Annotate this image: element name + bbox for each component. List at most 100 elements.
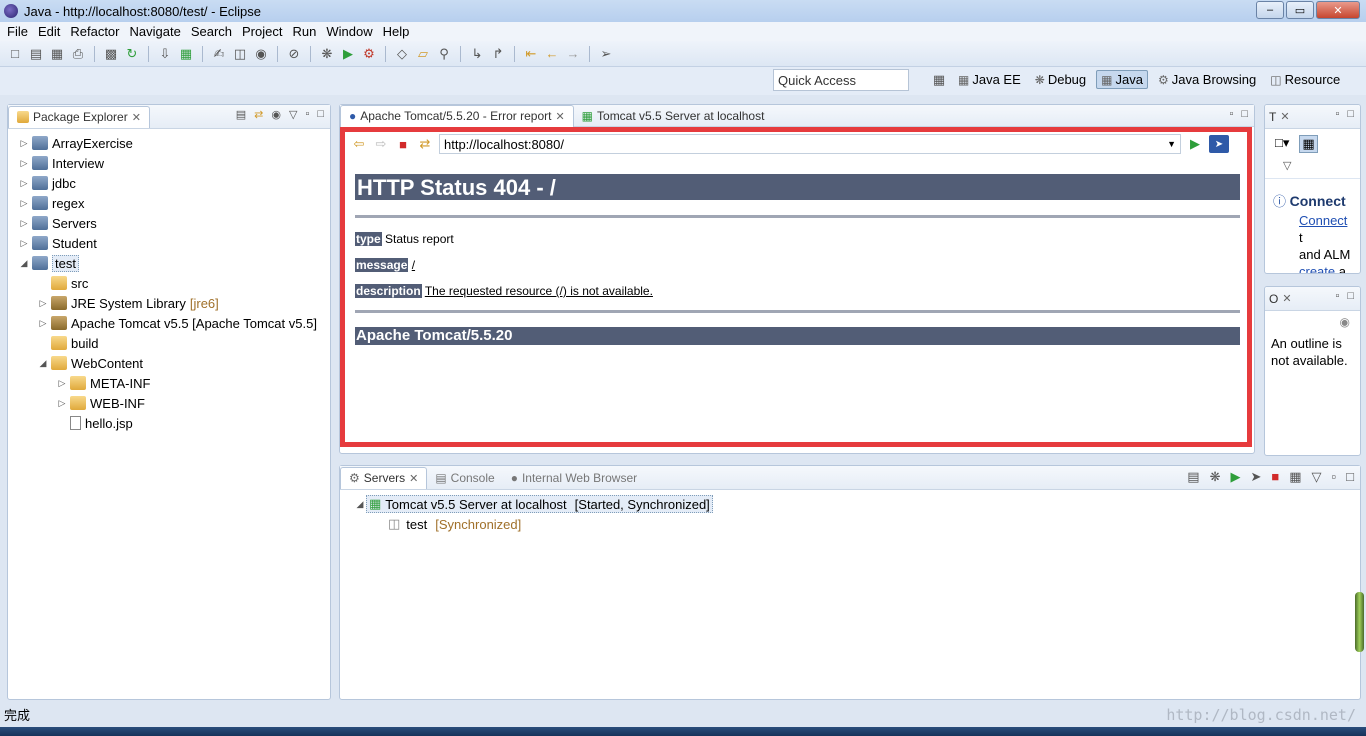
start-server-icon[interactable]: ▶: [1230, 469, 1240, 485]
collapse-all-icon[interactable]: ▤: [236, 108, 246, 121]
close-tab-icon[interactable]: ✕: [555, 110, 564, 123]
collapsed-arrow-icon[interactable]: ▷: [18, 158, 30, 169]
collapsed-arrow-icon[interactable]: ▷: [56, 378, 68, 389]
maximize-editor-icon[interactable]: □: [1241, 108, 1248, 120]
deploy-icon[interactable]: ⇩: [156, 45, 174, 63]
stop-server-icon[interactable]: ■: [1271, 469, 1279, 485]
new-class-icon[interactable]: ◉: [252, 45, 270, 63]
tab-tomcat-server[interactable]: ▦ Tomcat v5.5 Server at localhost: [574, 105, 773, 127]
debug-server-icon[interactable]: ❋: [1210, 469, 1221, 485]
collapsed-arrow-icon[interactable]: ▷: [18, 238, 30, 249]
open-perspective-icon[interactable]: ▦: [930, 71, 948, 89]
run-icon[interactable]: ▶: [339, 45, 357, 63]
tree-item[interactable]: ▷ Student: [8, 233, 330, 253]
tab-console[interactable]: ▤ Console: [427, 467, 502, 489]
minimize-view-icon[interactable]: ▫: [305, 108, 309, 121]
minimize-view-icon[interactable]: ▫: [1335, 290, 1339, 302]
module-row[interactable]: ◫ test [Synchronized]: [354, 514, 1360, 534]
annotation-next-icon[interactable]: ↳: [468, 45, 486, 63]
search-tool-icon[interactable]: ⚲: [435, 45, 453, 63]
menu-help[interactable]: Help: [378, 24, 415, 39]
link-with-editor-icon[interactable]: ⇄: [254, 108, 263, 121]
quick-access-input[interactable]: Quick Access: [773, 69, 909, 91]
perspective-resource[interactable]: ◫ Resource: [1266, 71, 1344, 88]
menu-search[interactable]: Search: [186, 24, 237, 39]
forward-icon[interactable]: →: [564, 45, 582, 63]
menu-refactor[interactable]: Refactor: [65, 24, 124, 39]
tab-outline[interactable]: O ✕: [1265, 288, 1296, 310]
maximize-view-icon[interactable]: □: [1347, 108, 1354, 120]
refresh-icon[interactable]: ↻: [123, 45, 141, 63]
tree-item[interactable]: src: [8, 273, 330, 293]
tree-item[interactable]: build: [8, 333, 330, 353]
open-folder-icon[interactable]: ▱: [414, 45, 432, 63]
close-button[interactable]: ✕: [1316, 1, 1360, 19]
focus-icon[interactable]: ◉: [1265, 311, 1360, 333]
collapsed-arrow-icon[interactable]: ▷: [56, 398, 68, 409]
minimize-editor-icon[interactable]: ▫: [1229, 108, 1233, 120]
server-icon[interactable]: ▦: [177, 45, 195, 63]
server-item[interactable]: ▦ Tomcat v5.5 Server at localhost [Start…: [366, 495, 713, 513]
menu-edit[interactable]: Edit: [33, 24, 65, 39]
menu-navigate[interactable]: Navigate: [125, 24, 186, 39]
tree-item[interactable]: ▷ Apache Tomcat v5.5 [Apache Tomcat v5.5]: [8, 313, 330, 333]
perspective-java-ee[interactable]: ▦ Java EE: [954, 71, 1025, 88]
menu-file[interactable]: File: [2, 24, 33, 39]
new-icon[interactable]: □: [6, 45, 24, 63]
collapse-all-icon[interactable]: ▤: [1187, 469, 1199, 485]
maximize-view-icon[interactable]: □: [1347, 290, 1354, 302]
server-row[interactable]: ◢ ▦ Tomcat v5.5 Server at localhost [Sta…: [354, 494, 1360, 514]
save-all-icon[interactable]: ▦: [48, 45, 66, 63]
debug-run-icon[interactable]: ❋: [318, 45, 336, 63]
maximize-view-icon[interactable]: □: [1346, 469, 1354, 485]
perspective-debug[interactable]: ❋ Debug: [1031, 71, 1090, 88]
minimize-view-icon[interactable]: ▫: [1332, 469, 1337, 485]
tree-item[interactable]: ◢ test: [8, 253, 330, 273]
tab-error-report[interactable]: ● Apache Tomcat/5.5.20 - Error report ✕: [340, 104, 574, 127]
tree-item[interactable]: ▷ WEB-INF: [8, 393, 330, 413]
tree-item[interactable]: ▷ META-INF: [8, 373, 330, 393]
annotation-prev-icon[interactable]: ↱: [489, 45, 507, 63]
scroll-handle[interactable]: [1355, 592, 1364, 652]
collapsed-arrow-icon[interactable]: ▷: [37, 318, 49, 329]
collapsed-arrow-icon[interactable]: ▷: [18, 138, 30, 149]
tab-package-explorer[interactable]: Package Explorer ✕: [8, 105, 150, 128]
collapsed-arrow-icon[interactable]: ▷: [18, 198, 30, 209]
tree-item[interactable]: ◢ WebContent: [8, 353, 330, 373]
create-link[interactable]: create: [1299, 264, 1335, 273]
maximize-view-icon[interactable]: □: [317, 108, 324, 121]
open-type-icon[interactable]: ◇: [393, 45, 411, 63]
tree-item[interactable]: hello.jsp: [8, 413, 330, 433]
back-icon[interactable]: ←: [543, 45, 561, 63]
perspective-java-browsing[interactable]: ⚙ Java Browsing: [1154, 71, 1260, 88]
menu-window[interactable]: Window: [321, 24, 377, 39]
focus-icon[interactable]: ◉: [271, 108, 281, 121]
last-edit-icon[interactable]: ⇤: [522, 45, 540, 63]
publish-icon[interactable]: ▦: [1289, 469, 1301, 485]
minimize-view-icon[interactable]: ▫: [1335, 108, 1339, 120]
collapsed-arrow-icon[interactable]: ▷: [18, 178, 30, 189]
new-task-icon[interactable]: □▾: [1275, 135, 1289, 153]
pin-editor-icon[interactable]: ➢: [597, 45, 615, 63]
close-tab-icon[interactable]: ✕: [132, 111, 141, 124]
view-menu-icon[interactable]: ▽: [289, 108, 297, 121]
external-tools-icon[interactable]: ⚙: [360, 45, 378, 63]
new-package-icon[interactable]: ◫: [231, 45, 249, 63]
expanded-arrow-icon[interactable]: ◢: [37, 358, 49, 369]
close-tab-icon[interactable]: ✕: [1280, 110, 1289, 123]
close-tab-icon[interactable]: ✕: [409, 472, 418, 485]
tree-item[interactable]: ▷ jdbc: [8, 173, 330, 193]
tree-item[interactable]: ▷ Servers: [8, 213, 330, 233]
build-icon[interactable]: ▩: [102, 45, 120, 63]
tree-item[interactable]: ▷ Interview: [8, 153, 330, 173]
new-java-project-icon[interactable]: ✍: [210, 45, 228, 63]
tree-item[interactable]: ▷ regex: [8, 193, 330, 213]
minimize-button[interactable]: –: [1256, 1, 1284, 19]
tree-item[interactable]: ▷ JRE System Library [jre6]: [8, 293, 330, 313]
tree-item[interactable]: ▷ ArrayExercise: [8, 133, 330, 153]
collapsed-arrow-icon[interactable]: ▷: [37, 298, 49, 309]
menu-project[interactable]: Project: [237, 24, 287, 39]
perspective-java[interactable]: ▦ Java: [1096, 70, 1148, 89]
tab-servers[interactable]: ⚙ Servers ✕: [340, 466, 428, 489]
close-tab-icon[interactable]: ✕: [1282, 292, 1291, 305]
